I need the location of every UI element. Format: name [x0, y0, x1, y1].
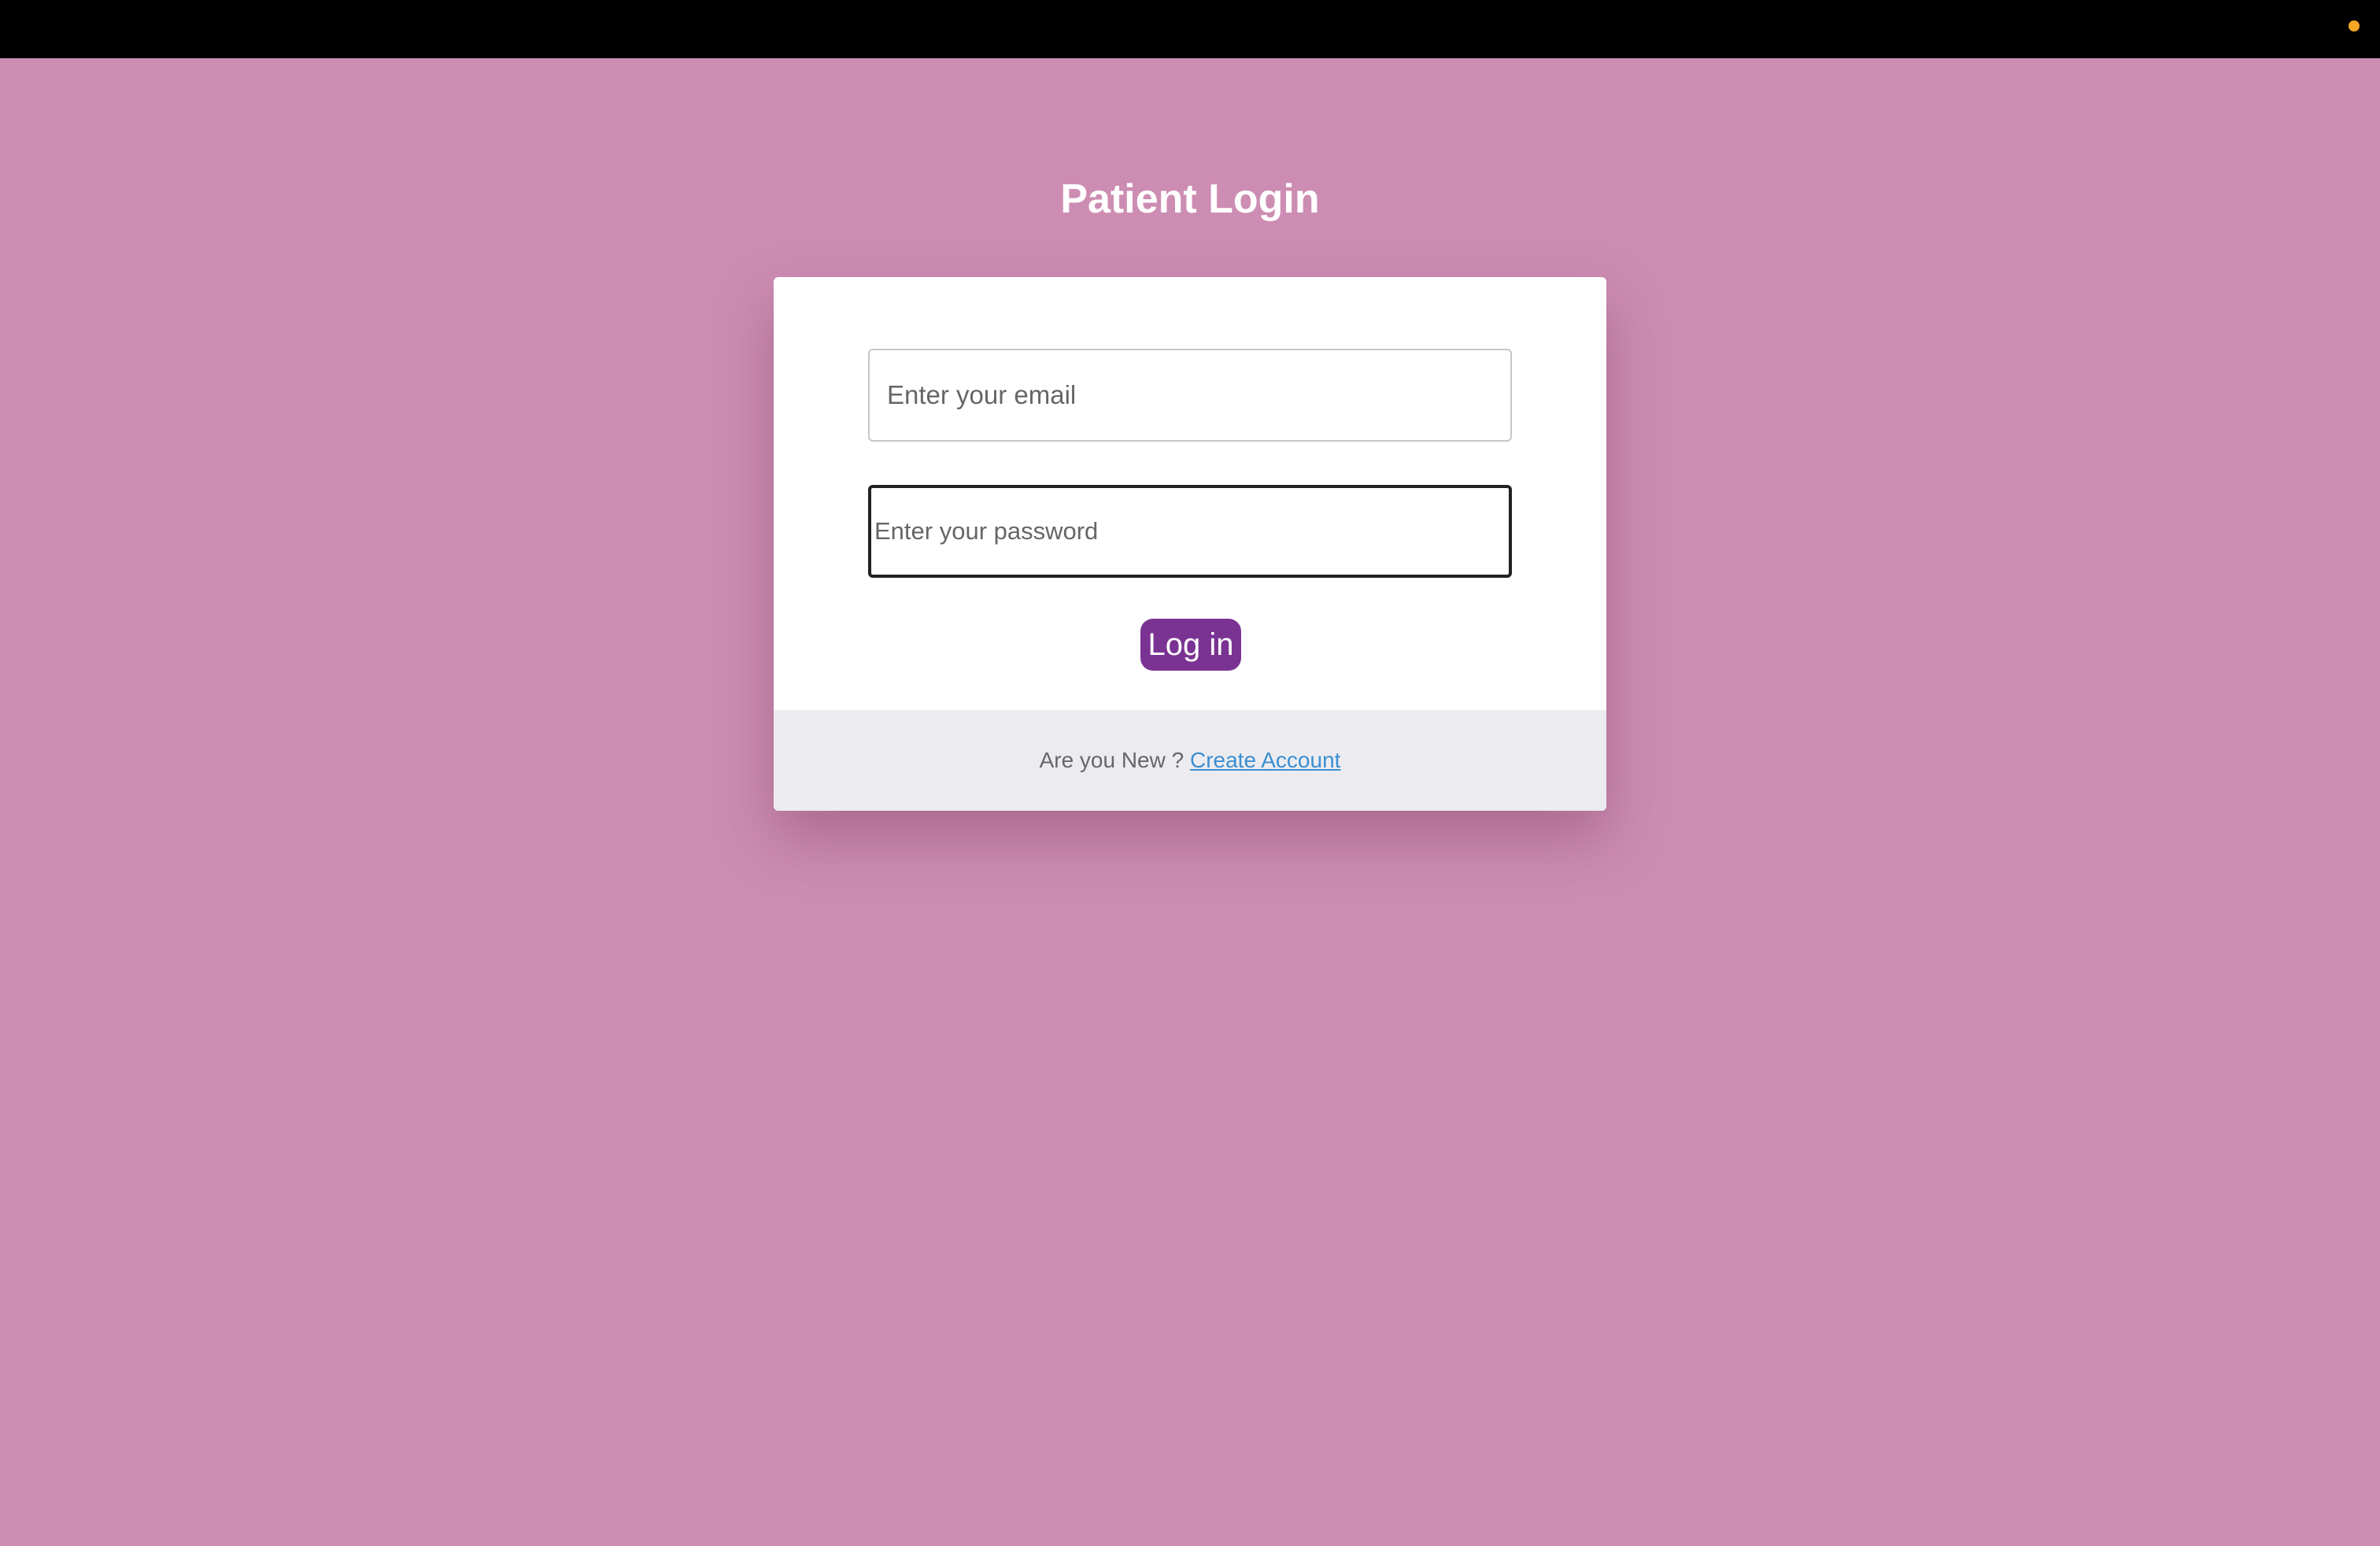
login-card: Log in Are you New ? Create Account: [774, 277, 1606, 811]
top-bar: [0, 0, 2380, 58]
page-title: Patient Login: [1060, 176, 1320, 222]
status-dot-icon: [2349, 20, 2360, 31]
email-field[interactable]: [868, 349, 1512, 442]
new-user-prompt: Are you New ?: [1039, 748, 1184, 772]
login-form: Log in: [774, 277, 1606, 710]
login-button[interactable]: Log in: [1140, 619, 1241, 671]
card-footer: Are you New ? Create Account: [774, 710, 1606, 811]
password-field[interactable]: [868, 485, 1512, 578]
create-account-link[interactable]: Create Account: [1190, 748, 1340, 772]
